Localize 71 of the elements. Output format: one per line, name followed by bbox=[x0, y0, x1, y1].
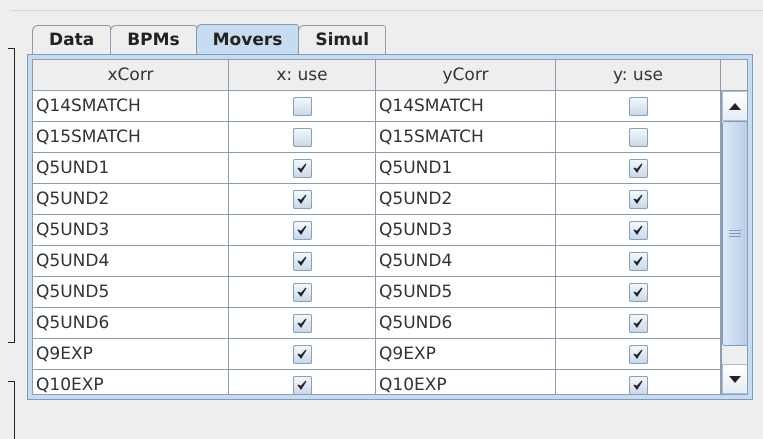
table-cell: Q5UND4 bbox=[33, 246, 229, 277]
check-icon bbox=[296, 162, 308, 174]
checkbox[interactable] bbox=[628, 376, 648, 394]
up-arrow-icon bbox=[729, 102, 741, 110]
checkbox[interactable] bbox=[292, 190, 312, 208]
checkbox[interactable] bbox=[292, 252, 312, 270]
down-arrow-icon bbox=[729, 376, 741, 382]
check-icon bbox=[632, 255, 644, 267]
checkbox[interactable] bbox=[628, 220, 648, 240]
column-header[interactable]: xCorr bbox=[33, 60, 229, 91]
check-icon bbox=[296, 379, 308, 391]
table-cell: Q5UND5 bbox=[33, 277, 229, 308]
scroll-up-button[interactable] bbox=[722, 91, 747, 121]
checkbox[interactable] bbox=[628, 158, 648, 178]
table-cell: Q14SMATCH bbox=[33, 91, 229, 122]
bracket-line bbox=[8, 381, 15, 439]
checkbox[interactable] bbox=[292, 96, 312, 116]
check-icon bbox=[296, 224, 308, 236]
check-icon bbox=[632, 162, 644, 174]
checkbox[interactable] bbox=[628, 344, 648, 364]
checkbox[interactable] bbox=[628, 252, 648, 270]
checkbox[interactable] bbox=[292, 314, 312, 332]
checkbox[interactable] bbox=[292, 376, 312, 394]
check-icon bbox=[632, 286, 644, 298]
table-cell: Q9EXP bbox=[33, 339, 229, 370]
checkbox[interactable] bbox=[628, 190, 648, 208]
table-cell: Q5UND2 bbox=[33, 184, 229, 215]
checkbox[interactable] bbox=[628, 314, 648, 332]
check-icon bbox=[632, 193, 644, 205]
table-cell: Q5UND3 bbox=[376, 215, 556, 246]
checkbox[interactable] bbox=[628, 282, 648, 302]
table-cell: Q5UND2 bbox=[376, 184, 556, 215]
column-header[interactable]: yCorr bbox=[376, 60, 556, 91]
tab[interactable]: Movers bbox=[196, 24, 300, 54]
checkbox[interactable] bbox=[628, 128, 648, 146]
table-cell: Q5UND1 bbox=[376, 153, 556, 184]
scroll-down-button[interactable] bbox=[722, 364, 747, 394]
table-cell: Q5UND5 bbox=[376, 277, 556, 308]
column-header[interactable]: x: use bbox=[229, 60, 376, 91]
check-icon bbox=[632, 224, 644, 236]
grip-icon bbox=[729, 230, 741, 237]
table-cell: Q14SMATCH bbox=[376, 91, 556, 122]
table-cell: Q5UND3 bbox=[33, 215, 229, 246]
check-icon bbox=[296, 193, 308, 205]
table-cell: Q10EXP bbox=[376, 370, 556, 394]
column-header[interactable]: y: use bbox=[556, 60, 721, 91]
scroll-thumb[interactable] bbox=[722, 121, 747, 346]
tab[interactable]: Data bbox=[32, 25, 112, 54]
table-cell: Q15SMATCH bbox=[33, 122, 229, 153]
check-icon bbox=[296, 255, 308, 267]
table-cell: Q15SMATCH bbox=[376, 122, 556, 153]
scrollbar[interactable] bbox=[721, 91, 747, 394]
checkbox[interactable] bbox=[292, 128, 312, 146]
table-cell: Q5UND6 bbox=[376, 308, 556, 339]
check-icon bbox=[296, 317, 308, 329]
checkbox[interactable] bbox=[292, 344, 312, 364]
check-icon bbox=[296, 286, 308, 298]
tab[interactable]: Simul bbox=[298, 25, 386, 54]
table-cell: Q5UND1 bbox=[33, 153, 229, 184]
table-cell: Q5UND6 bbox=[33, 308, 229, 339]
checkbox[interactable] bbox=[292, 158, 312, 178]
check-icon bbox=[296, 348, 308, 360]
check-icon bbox=[632, 379, 644, 391]
table-cell: Q5UND4 bbox=[376, 246, 556, 277]
check-icon bbox=[632, 348, 644, 360]
table-cell: Q10EXP bbox=[33, 370, 229, 394]
table-cell: Q9EXP bbox=[376, 339, 556, 370]
checkbox[interactable] bbox=[292, 220, 312, 240]
check-icon bbox=[632, 317, 644, 329]
checkbox[interactable] bbox=[628, 96, 648, 116]
checkbox[interactable] bbox=[292, 282, 312, 302]
